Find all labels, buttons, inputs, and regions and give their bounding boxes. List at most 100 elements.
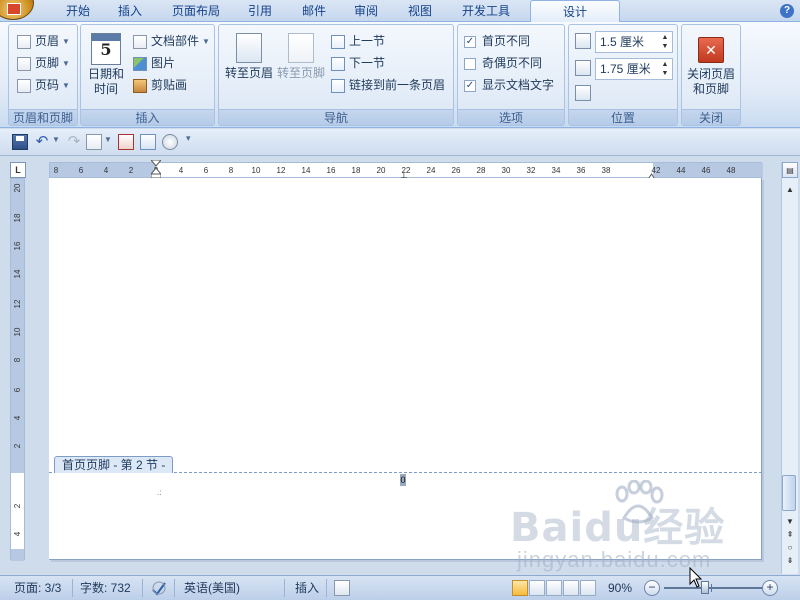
go-to-header-icon: [236, 33, 262, 63]
scroll-thumb[interactable]: [782, 475, 796, 511]
picture-icon: [133, 56, 147, 71]
footer-button[interactable]: 页脚 ▼: [17, 53, 70, 73]
show-document-text-checkbox[interactable]: ✓ 显示文档文字: [464, 75, 554, 95]
group-label: 导航: [219, 109, 453, 125]
header-position-icon: [575, 33, 591, 49]
different-odd-even-checkbox[interactable]: 奇偶页不同: [464, 53, 542, 73]
zoom-level[interactable]: 90%: [608, 580, 632, 596]
paragraph-mark: .:: [157, 488, 162, 497]
go-to-header-button[interactable]: 转至页眉: [223, 33, 275, 81]
insert-alignment-tab-button[interactable]: [575, 85, 591, 101]
tab-view[interactable]: 视图: [400, 0, 440, 22]
ruler-tick: 6: [13, 387, 22, 393]
outline-view-icon[interactable]: [563, 580, 579, 596]
tab-references[interactable]: 引用: [240, 0, 280, 22]
page-count[interactable]: 页面: 3/3: [14, 580, 61, 596]
right-indent-marker-icon[interactable]: [646, 170, 657, 182]
print-layout-view-icon[interactable]: [512, 580, 528, 596]
clip-art-button[interactable]: 剪贴画: [133, 75, 187, 95]
save-icon[interactable]: [12, 134, 28, 150]
ruler-tick: 8: [228, 166, 234, 175]
next-page-icon[interactable]: ⇟: [782, 553, 798, 569]
draft-view-icon[interactable]: [580, 580, 596, 596]
help-icon[interactable]: ?: [780, 4, 794, 18]
previous-section-button[interactable]: 上一节: [331, 31, 385, 51]
ruler-tick: 28: [476, 166, 486, 175]
tab-insert[interactable]: 插入: [110, 0, 150, 22]
footer-position-icon: [575, 60, 591, 76]
mouse-cursor-icon: [689, 566, 703, 589]
ruler-tick: 10: [13, 327, 22, 337]
tab-selector[interactable]: L: [10, 162, 26, 178]
page-number-field[interactable]: 0: [400, 474, 406, 486]
web-layout-view-icon[interactable]: [546, 580, 562, 596]
ribbon: 页眉 ▼ 页脚 ▼ 页码 ▼ 页眉和页脚 5 日期和时间 文档部件 ▼ 图片 剪贴画 插…: [0, 22, 800, 128]
vertical-ruler[interactable]: 20 18 16 14 12 10 8 6 4 2 2 4: [10, 178, 25, 561]
new-document-icon[interactable]: [86, 134, 102, 150]
vertical-scrollbar[interactable]: ▤ ▲ ▼ ⇞ ○ ⇟: [781, 162, 798, 574]
ruler-tick: 48: [726, 166, 736, 175]
format-painter-icon[interactable]: [140, 134, 156, 150]
header-from-top-spinner[interactable]: 1.5 厘米 ▲ ▼: [595, 31, 673, 53]
redo-icon[interactable]: ↷: [66, 134, 82, 150]
zoom-slider-midpoint: [711, 584, 712, 592]
customize-toolbar-icon[interactable]: ▾: [186, 133, 202, 149]
full-screen-reading-view-icon[interactable]: [529, 580, 545, 596]
tab-developer[interactable]: 开发工具: [452, 0, 520, 22]
close-x-icon: ✕: [698, 37, 724, 63]
scroll-up-icon[interactable]: ▲: [782, 182, 798, 198]
indent-marker-icon[interactable]: [149, 159, 163, 180]
record-macro-icon[interactable]: [162, 134, 178, 150]
link-to-previous-button[interactable]: 链接到前一条页眉: [331, 75, 445, 95]
zoom-out-icon[interactable]: −: [644, 580, 660, 596]
go-to-footer-button[interactable]: 转至页脚: [275, 33, 327, 81]
group-label: 位置: [569, 109, 677, 125]
print-preview-icon[interactable]: [118, 134, 134, 150]
spinner-arrows-icon[interactable]: ▲ ▼: [660, 60, 670, 78]
ribbon-tab-bar: 开始 插入 页面布局 引用 邮件 审阅 视图 开发工具 设计 ?: [0, 0, 800, 23]
tab-page-layout[interactable]: 页面布局: [166, 0, 226, 22]
ruler-tick: 2: [13, 443, 22, 449]
dropdown-arrow-icon: ▼: [202, 36, 210, 46]
watermark-url: jingyan.baidu.com: [517, 547, 712, 572]
tab-home[interactable]: 开始: [58, 0, 98, 22]
ruler-tick: 16: [326, 166, 336, 175]
header-button[interactable]: 页眉 ▼: [17, 31, 70, 51]
ruler-tick: 26: [451, 166, 461, 175]
zoom-in-icon[interactable]: +: [762, 580, 778, 596]
ruler-tick: 12: [13, 299, 22, 309]
quick-access-toolbar: ↶ ▼ ↷ ▼ ▾: [0, 129, 800, 156]
language[interactable]: 英语(美国): [184, 580, 240, 596]
footer-from-bottom-spinner[interactable]: 1.75 厘米 ▲ ▼: [595, 58, 673, 80]
quick-parts-button[interactable]: 文档部件 ▼: [133, 31, 210, 51]
page-number-button[interactable]: 页码 ▼: [17, 75, 70, 95]
ruler-tick: 2: [13, 503, 22, 509]
group-label: 页眉和页脚: [9, 109, 77, 125]
different-first-page-checkbox[interactable]: ✓ 首页不同: [464, 31, 530, 51]
next-section-button[interactable]: 下一节: [331, 53, 385, 73]
proofing-icon[interactable]: [151, 580, 167, 596]
tab-review[interactable]: 审阅: [346, 0, 386, 22]
picture-button[interactable]: 图片: [133, 53, 175, 73]
close-header-footer-button[interactable]: ✕ 关闭页眉和页脚: [682, 37, 740, 97]
ruler-tick: 4: [13, 415, 22, 421]
tab-mailings[interactable]: 邮件: [294, 0, 334, 22]
ruler-tick: 10: [251, 166, 261, 175]
view-ruler-icon[interactable]: ▤: [782, 162, 798, 178]
undo-icon[interactable]: ↶: [34, 134, 50, 150]
dropdown-arrow-icon: ▼: [62, 80, 70, 90]
spinner-arrows-icon[interactable]: ▲ ▼: [660, 33, 670, 51]
date-time-button[interactable]: 5 日期和时间: [83, 33, 129, 97]
insert-mode[interactable]: 插入: [295, 580, 319, 596]
ruler-tick: 32: [526, 166, 536, 175]
zoom-slider[interactable]: [664, 587, 764, 589]
tab-design[interactable]: 设计: [530, 0, 620, 23]
checked-icon: ✓: [464, 35, 476, 48]
footer-section-tag: 首页页脚 - 第 2 节 -: [54, 456, 174, 473]
macro-record-icon[interactable]: [334, 580, 350, 596]
group-header-footer: 页眉 ▼ 页脚 ▼ 页码 ▼ 页眉和页脚: [8, 24, 78, 126]
ruler-tick: 16: [13, 241, 22, 251]
office-button[interactable]: [0, 0, 34, 20]
unchecked-icon: [464, 57, 476, 70]
word-count[interactable]: 字数: 732: [80, 580, 131, 596]
